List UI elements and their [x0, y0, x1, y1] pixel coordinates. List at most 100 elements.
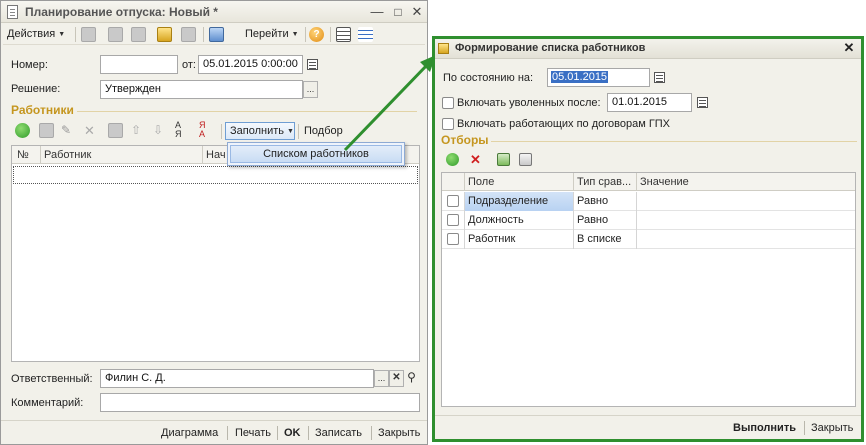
column-separator	[573, 192, 574, 249]
copy-row-icon[interactable]	[39, 123, 54, 138]
filter-field-cell[interactable]: Должность	[465, 211, 573, 230]
toolbar-separator	[75, 27, 76, 42]
filters-table[interactable]: Поле Тип срав... Значение Подразделение …	[441, 172, 856, 407]
add-filter-icon[interactable]	[446, 153, 459, 166]
include-fired-checkbox[interactable]	[442, 97, 454, 109]
copy-icon[interactable]	[108, 27, 123, 42]
filters-section-title: Отборы	[441, 133, 489, 147]
responsible-field[interactable]: Филин С. Д.	[100, 369, 374, 388]
left-window-title: Планирование отпуска: Новый *	[25, 5, 218, 19]
responsible-label: Ответственный:	[11, 373, 93, 385]
column-header-compare[interactable]: Тип срав...	[577, 176, 631, 188]
actions-menu[interactable]: Действия ▼	[7, 28, 65, 40]
employees-table[interactable]: № Работник Нач	[11, 145, 420, 362]
decision-label: Решение:	[11, 83, 61, 95]
uncheck-all-icon[interactable]	[519, 153, 532, 166]
sort-desc-icon[interactable]: ЯA	[199, 121, 214, 139]
calendar-icon[interactable]	[654, 72, 665, 83]
toolbar-separator	[330, 27, 331, 42]
column-header-value[interactable]: Значение	[640, 176, 689, 188]
fired-after-date-field[interactable]: 01.01.2015	[607, 93, 692, 112]
column-separator	[40, 146, 41, 164]
number-field[interactable]	[100, 55, 178, 74]
filters-table-header: Поле Тип срав... Значение	[442, 173, 855, 191]
row-checkbox[interactable]	[447, 214, 459, 226]
decision-select-button[interactable]: ...	[303, 81, 318, 98]
column-header-field[interactable]: Поле	[468, 176, 494, 188]
delete-row-icon[interactable]: ✕	[84, 123, 99, 138]
maximize-icon[interactable]: □	[390, 4, 406, 20]
diagram-button[interactable]: Диаграмма	[161, 427, 218, 439]
employee-list-window: Формирование списка работников ✕ По сост…	[432, 36, 864, 442]
minimize-icon[interactable]: —	[369, 4, 385, 20]
column-header-start[interactable]: Нач	[206, 149, 226, 161]
add-document-icon[interactable]	[81, 27, 96, 42]
as-of-date-value: 05.01.2015	[551, 71, 609, 83]
filter-value-cell[interactable]	[637, 230, 855, 249]
filter-compare-cell[interactable]: В списке	[574, 230, 636, 249]
end-edit-icon[interactable]	[108, 123, 123, 138]
number-label: Номер:	[11, 59, 48, 71]
settings-list-icon[interactable]	[358, 27, 373, 42]
execute-button[interactable]: Выполнить	[733, 422, 796, 434]
bottom-separator	[277, 426, 278, 440]
date-field[interactable]: 05.01.2015 0:00:00	[198, 55, 303, 74]
unpost-document-icon[interactable]	[181, 27, 196, 42]
column-header-number[interactable]: №	[17, 149, 29, 161]
table-row[interactable]: Работник В списке	[442, 230, 855, 249]
include-gph-checkbox[interactable]	[442, 118, 454, 130]
filter-value-cell[interactable]	[637, 211, 855, 230]
row-checkbox[interactable]	[447, 233, 459, 245]
decision-field[interactable]: Утвержден	[100, 80, 303, 99]
calendar-icon[interactable]	[697, 97, 708, 108]
toolbar-separator	[221, 124, 222, 139]
select-button[interactable]: Подбор	[304, 125, 343, 137]
filter-compare-cell[interactable]: Равно	[574, 192, 636, 211]
close-icon[interactable]: ✕	[409, 4, 425, 20]
goto-menu[interactable]: Перейти ▼	[245, 28, 299, 40]
ok-button[interactable]: OK	[284, 427, 301, 439]
as-of-date-field[interactable]: 05.01.2015	[547, 68, 650, 87]
comment-field[interactable]	[100, 393, 420, 412]
responsible-select-button[interactable]: ...	[374, 370, 389, 387]
edit-row-icon[interactable]: ✎	[61, 123, 76, 138]
fill-button[interactable]: Заполнить ▼	[225, 122, 295, 140]
filter-field-cell[interactable]: Работник	[465, 230, 573, 249]
fill-button-label: Заполнить	[230, 125, 285, 137]
actions-menu-label: Действия	[7, 28, 56, 40]
filter-value-cell[interactable]	[637, 192, 855, 211]
column-separator	[573, 173, 574, 191]
delete-filter-icon[interactable]: ✕	[468, 153, 483, 168]
post-document-icon[interactable]	[157, 27, 172, 42]
column-header-employee[interactable]: Работник	[44, 149, 91, 161]
right-bottom-bar: Выполнить Закрыть	[435, 415, 861, 439]
filter-field-cell[interactable]: Подразделение	[465, 192, 573, 211]
search-icon[interactable]: ⚲	[404, 370, 419, 387]
refresh-icon[interactable]	[131, 27, 146, 42]
left-bottom-bar: Диаграмма Печать OK Записать Закрыть	[1, 420, 427, 444]
print-button[interactable]: Печать	[235, 427, 271, 439]
clear-icon[interactable]: ✕	[389, 370, 404, 387]
move-down-icon[interactable]: ⇩	[153, 123, 168, 138]
table-row[interactable]	[13, 166, 418, 184]
help-icon[interactable]: ?	[309, 27, 324, 42]
close-button[interactable]: Закрыть	[378, 427, 420, 439]
column-separator	[636, 192, 637, 249]
toolbar-separator	[305, 27, 306, 42]
calendar-icon[interactable]	[307, 59, 318, 70]
close-icon[interactable]: ✕	[841, 40, 857, 56]
structure-icon[interactable]	[209, 27, 224, 42]
sort-asc-icon[interactable]: AЯ	[175, 121, 190, 139]
save-button[interactable]: Записать	[315, 427, 362, 439]
table-row[interactable]: Подразделение Равно	[442, 192, 855, 211]
list-view-icon[interactable]	[336, 27, 351, 42]
include-gph-label: Включать работающих по договорам ГПХ	[457, 118, 671, 130]
close-button[interactable]: Закрыть	[811, 422, 853, 434]
row-checkbox[interactable]	[447, 195, 459, 207]
move-up-icon[interactable]: ⇧	[131, 123, 146, 138]
add-row-icon[interactable]	[15, 123, 30, 138]
check-all-icon[interactable]	[497, 153, 510, 166]
column-separator	[464, 192, 465, 249]
filter-compare-cell[interactable]: Равно	[574, 211, 636, 230]
table-row[interactable]: Должность Равно	[442, 211, 855, 230]
